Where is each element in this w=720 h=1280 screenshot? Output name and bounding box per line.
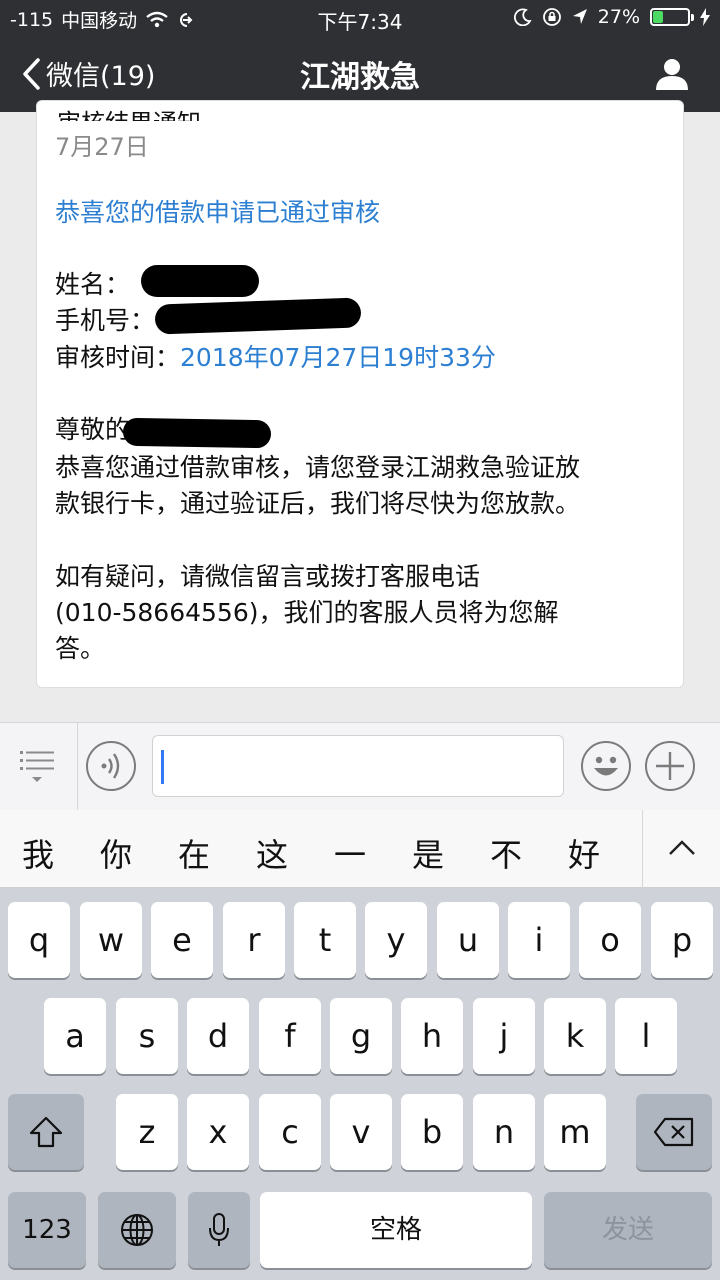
- name-label: 姓名：: [55, 270, 131, 299]
- key-i[interactable]: i: [508, 902, 570, 978]
- message-header: 审核结果通知: [57, 103, 201, 121]
- battery-fill: [653, 11, 663, 23]
- page-title: 江湖救急: [300, 60, 420, 95]
- plus-icon: [656, 752, 684, 780]
- microphone-icon: [209, 1213, 229, 1246]
- redaction-mark-name: [141, 265, 259, 297]
- contact-line-1: 如有疑问，请微信留言或拨打客服电话: [55, 562, 481, 591]
- numbers-key[interactable]: 123: [8, 1192, 86, 1268]
- review-time-value: 2018年07月27日19时33分: [180, 343, 496, 372]
- expand-candidates-button[interactable]: [642, 810, 720, 888]
- shift-icon: [29, 1116, 63, 1148]
- voice-icon: [101, 753, 120, 779]
- review-time-label: 审核时间：: [55, 343, 181, 372]
- menu-list-icon: [20, 751, 54, 782]
- key-d[interactable]: d: [187, 998, 249, 1074]
- key-k[interactable]: k: [544, 998, 606, 1074]
- key-s[interactable]: s: [116, 998, 178, 1074]
- contact-line-2: (010-58664556)，我们的客服人员将为您解: [55, 598, 559, 627]
- candidate-word[interactable]: 你: [100, 830, 132, 876]
- redaction-mark-greeting: [122, 417, 272, 449]
- key-m[interactable]: m: [544, 1094, 606, 1170]
- space-key[interactable]: 空格: [260, 1192, 532, 1268]
- message-card: 审核结果通知 7月27日 恭喜您的借款申请已通过审核 姓名： 手机号： 审核时间…: [36, 100, 684, 688]
- contact-line-3: 答。: [55, 634, 106, 663]
- key-c[interactable]: c: [259, 1094, 321, 1170]
- candidate-word[interactable]: 在: [178, 830, 210, 876]
- backspace-icon: [653, 1117, 694, 1147]
- menu-toggle-button[interactable]: [0, 723, 78, 811]
- body-line-2: 款银行卡，通过验证后，我们将尽快为您放款。: [55, 489, 581, 518]
- key-e[interactable]: e: [151, 902, 213, 978]
- shift-key[interactable]: [8, 1094, 84, 1170]
- send-key[interactable]: 发送: [544, 1192, 712, 1268]
- key-v[interactable]: v: [330, 1094, 392, 1170]
- candidate-word[interactable]: 这: [256, 830, 288, 876]
- key-f[interactable]: f: [259, 998, 321, 1074]
- top-bar: -115 中国移动 下午7:34 27% 微信(19) 江湖救急: [0, 0, 720, 112]
- candidate-word[interactable]: 好: [568, 830, 600, 876]
- status-bar: -115 中国移动 下午7:34 27%: [0, 0, 720, 36]
- emoji-icon: [594, 756, 618, 776]
- emoji-button[interactable]: [581, 741, 631, 791]
- chevron-up-icon: [669, 840, 695, 855]
- phone-label: 手机号：: [55, 306, 156, 335]
- text-caret: [161, 750, 164, 784]
- charging-bolt-icon: [700, 8, 710, 26]
- candidate-word[interactable]: 一: [334, 830, 366, 876]
- key-t[interactable]: t: [294, 902, 356, 978]
- candidate-bar: 我 你 在 这 一 是 不 好: [0, 810, 720, 888]
- person-icon[interactable]: [654, 56, 690, 92]
- keyboard: q w e r t y u i o p a s d f g h j k l z …: [0, 888, 720, 1280]
- key-q[interactable]: q: [8, 902, 70, 978]
- candidate-word[interactable]: 是: [412, 830, 444, 876]
- globe-key[interactable]: [98, 1192, 176, 1268]
- key-y[interactable]: y: [365, 902, 427, 978]
- key-a[interactable]: a: [44, 998, 106, 1074]
- key-r[interactable]: r: [223, 902, 285, 978]
- voice-button[interactable]: [86, 741, 136, 791]
- delete-key[interactable]: [636, 1094, 712, 1170]
- location-icon: [572, 9, 587, 24]
- input-bar: [0, 722, 720, 811]
- key-x[interactable]: x: [187, 1094, 249, 1170]
- message-date: 7月27日: [55, 133, 149, 161]
- key-j[interactable]: j: [473, 998, 535, 1074]
- review-time-row: 审核时间：2018年07月27日19时33分: [55, 340, 496, 376]
- battery-percent: 27%: [597, 6, 640, 28]
- message-input[interactable]: [152, 735, 564, 797]
- candidate-word[interactable]: 不: [490, 830, 522, 876]
- key-o[interactable]: o: [579, 902, 641, 978]
- battery-icon: [650, 8, 694, 26]
- key-w[interactable]: w: [80, 902, 142, 978]
- moon-icon: [513, 8, 532, 26]
- key-n[interactable]: n: [473, 1094, 535, 1170]
- key-g[interactable]: g: [330, 998, 392, 1074]
- redaction-mark-phone: [154, 297, 362, 335]
- key-p[interactable]: p: [651, 902, 713, 978]
- key-h[interactable]: h: [401, 998, 463, 1074]
- candidate-word[interactable]: 我: [22, 830, 54, 876]
- key-b[interactable]: b: [401, 1094, 463, 1170]
- key-u[interactable]: u: [437, 902, 499, 978]
- congrats-text: 恭喜您的借款申请已通过审核: [55, 198, 381, 227]
- body-line-1: 恭喜您通过借款审核，请您登录江湖救急验证放: [55, 453, 581, 482]
- rotation-lock-icon: [542, 8, 561, 26]
- status-right: 27%: [513, 6, 710, 28]
- dictation-key[interactable]: [188, 1192, 250, 1268]
- more-button[interactable]: [645, 741, 695, 791]
- globe-icon: [121, 1214, 153, 1246]
- key-l[interactable]: l: [615, 998, 677, 1074]
- greeting: 尊敬的: [55, 415, 131, 444]
- key-z[interactable]: z: [116, 1094, 178, 1170]
